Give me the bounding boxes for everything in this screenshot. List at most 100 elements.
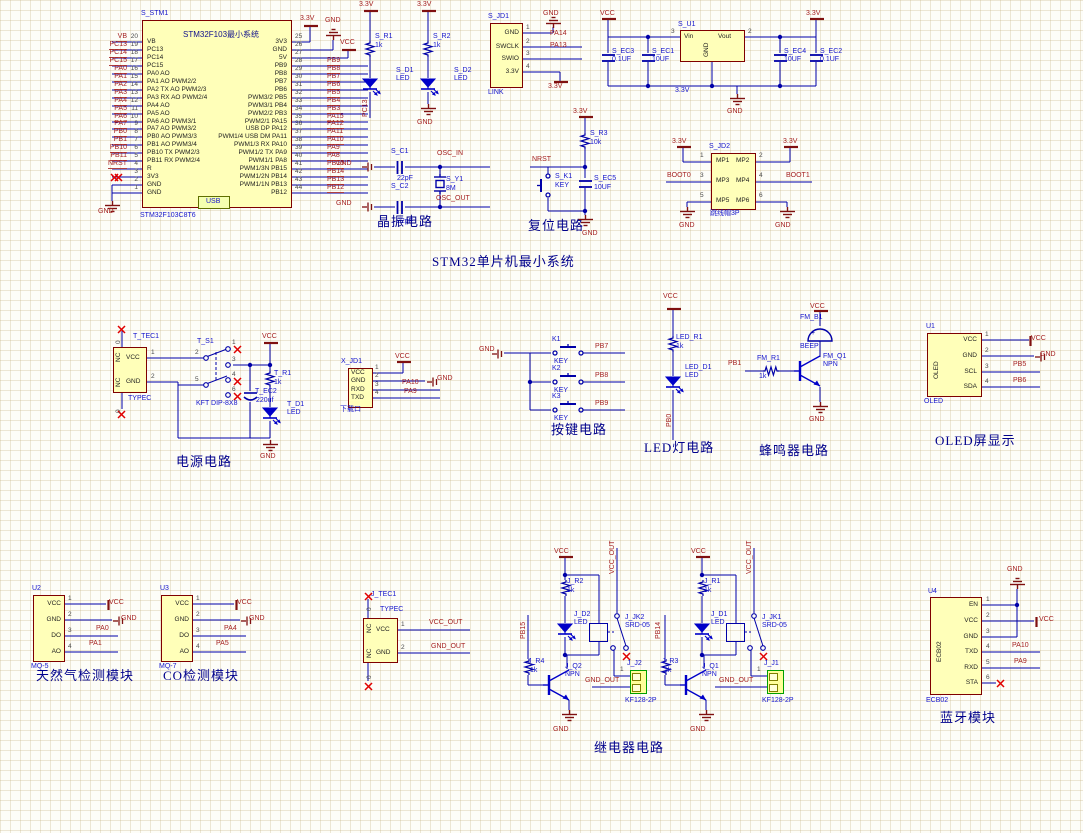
mcu-pin-number-5: 5 [134, 152, 138, 159]
des-T_EC2: T_EC2 [255, 388, 277, 395]
mcu-pin-number-3: 3 [134, 168, 138, 175]
des-FM_R1: FM_R1 [757, 355, 780, 362]
pin-1: 1 [985, 331, 989, 338]
switch-contact [747, 645, 753, 651]
des-LINK: LINK [488, 89, 504, 96]
section-oled: OLED屏显示 [935, 433, 1016, 448]
pin-2: 2 [759, 152, 763, 159]
mcu-pin-name-37: PWM1/4 USB DM PA11 [218, 133, 287, 140]
mcu-pin-number-43: 43 [295, 176, 303, 183]
des-U1: U1 [926, 323, 935, 330]
npn-transistor-icon [794, 353, 822, 389]
pin-3: 3 [985, 363, 989, 370]
mcu-pin-number-44: 44 [295, 184, 303, 191]
pin-6: 6 [986, 674, 990, 681]
switch-contact [614, 613, 620, 619]
mcu-pin-name-14: PA2 TX AO PWM2/3 [147, 86, 207, 93]
mcu-title: STM32F103最小系统 [183, 30, 260, 39]
mcu-pin-number-42: 42 [295, 168, 303, 175]
mcu-pin-name-15: PA1 AO PWM2/2 [147, 78, 197, 85]
nm-Vout: Vout [718, 33, 732, 40]
terminal-pad[interactable] [632, 684, 641, 692]
no-connect-icon [117, 325, 126, 334]
section-mq5: 天然气检测模块 [36, 668, 135, 683]
relay-coil-2[interactable] [589, 623, 608, 642]
pushbutton-icon[interactable] [537, 172, 553, 198]
net-3.3V: 3.3V [417, 1, 432, 8]
nm-GND: GND [962, 352, 977, 359]
net-NRST: NRST [532, 156, 552, 163]
resistor-icon [363, 41, 377, 57]
net-PB8: PB8 [595, 372, 609, 379]
pin-0: 0 [115, 340, 122, 344]
junction-dot [777, 83, 783, 89]
des-J_D1: J_D1 [711, 611, 728, 618]
pushbutton-icon[interactable] [551, 373, 585, 385]
section-reset: 复位电路 [528, 218, 585, 233]
des-J_R2: J_R2 [567, 578, 584, 585]
mcu-pin-name-11: PA5 AO [147, 110, 170, 117]
nm-MP4: MP4 [736, 177, 750, 184]
net-PB9: PB9 [595, 400, 609, 407]
relay-coil-1[interactable] [726, 623, 745, 642]
des-S_U1: S_U1 [678, 21, 696, 28]
net-3.3V: 3.3V [300, 15, 315, 22]
des-J_Q2: J_Q2 [565, 663, 582, 670]
net-VCC: VCC [600, 10, 615, 17]
des-1k: 1k [567, 587, 575, 594]
pin-1: 1 [700, 152, 704, 159]
mcu-pin-number-32: 32 [295, 89, 303, 96]
des-1k: 1k [759, 373, 767, 380]
net-PB7: PB7 [595, 343, 609, 350]
nm-VCC: VCC [47, 600, 61, 607]
pin-3: 3 [375, 381, 379, 388]
junction-dot [582, 164, 588, 170]
net-VCC: VCC [395, 353, 410, 360]
des-K1: K1 [552, 336, 561, 343]
section-led: LED灯电路 [644, 440, 715, 455]
net-PB6: PB6 [1013, 377, 1027, 384]
junction-dot [777, 34, 783, 40]
nm-MP1: MP1 [716, 157, 730, 164]
net-PA9: PA9 [1014, 658, 1027, 665]
pin-4: 4 [985, 378, 989, 385]
des-J_Q1: J_Q1 [702, 663, 719, 670]
net-VCC_OUT: VCC_OUT [609, 540, 616, 574]
ground-icon [729, 94, 746, 106]
pushbutton-icon[interactable] [551, 344, 585, 356]
net-GND: GND [1007, 566, 1023, 573]
switch-contact [225, 362, 231, 368]
des-1k: 1k [433, 42, 441, 49]
pin-6: 6 [759, 192, 763, 199]
des-U2: U2 [32, 585, 41, 592]
des-LED: LED [287, 409, 301, 416]
mcu-pin-number-25: 25 [295, 33, 303, 40]
des-S_R3: S_R3 [590, 130, 608, 137]
des-0.1UF: 0.1UF [612, 56, 632, 63]
net-GND: GND [479, 346, 495, 353]
net-GND: GND [249, 615, 265, 622]
net-PA9: PA9 [404, 388, 417, 395]
nm-NC: NC [366, 623, 373, 633]
mcu-pin-number-30: 30 [295, 73, 303, 80]
terminal-pad[interactable] [769, 684, 778, 692]
junction-dot [645, 34, 651, 40]
pushbutton-icon[interactable] [551, 401, 585, 413]
net-PA5: PA5 [216, 640, 229, 647]
terminal-pad[interactable] [769, 673, 778, 681]
nm-AO: AO [179, 648, 189, 655]
des-S_JD2: S_JD2 [709, 143, 731, 150]
net-VCC: VCC [810, 303, 825, 310]
des-8M: 8M [446, 185, 456, 192]
ground-icon [812, 402, 829, 414]
des-0.1UF: 0.1UF [820, 56, 840, 63]
net-GND: GND [690, 726, 706, 733]
des-1k: 1k [704, 587, 712, 594]
terminal-pad[interactable] [632, 673, 641, 681]
des-220uf: 220uf [256, 397, 274, 404]
des-NPN: NPN [702, 671, 717, 678]
mcu-pin-name-44: PB12 [271, 189, 287, 196]
des-1k: 1k [664, 667, 672, 674]
junction-dot [527, 379, 533, 385]
ground-icon [698, 710, 715, 722]
